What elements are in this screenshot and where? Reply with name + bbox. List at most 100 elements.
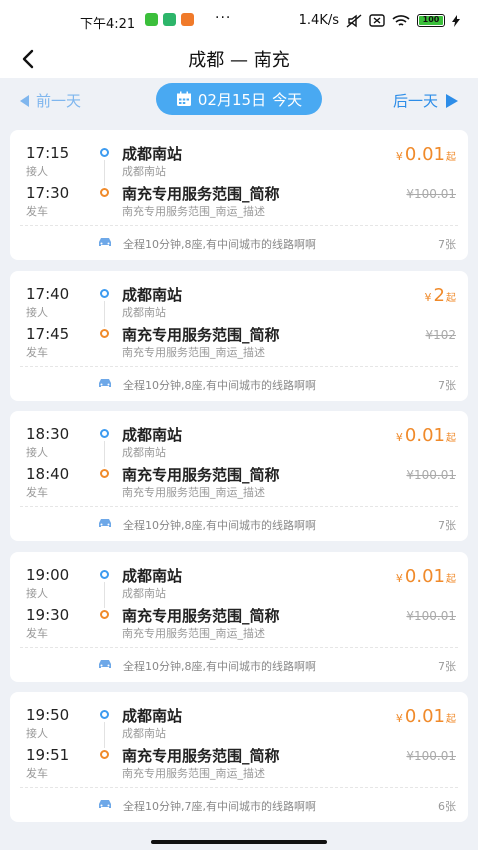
car-icon (99, 659, 111, 668)
original-price: ¥102 (425, 327, 456, 342)
destination-station: 南充专用服务范围_简称 (122, 325, 280, 344)
seats-left: 7张 (438, 659, 456, 673)
currency-symbol: ¥ (395, 150, 403, 163)
car-icon (99, 238, 111, 246)
status-time: 下午4:21 (80, 17, 136, 32)
arrival-time: 18:40 (26, 465, 70, 483)
destination-dot-icon (100, 188, 109, 197)
trip-list: 17:15 接人 17:30 发车 成都南站 成都南站 南充专用服务范围_简称 … (0, 122, 478, 822)
seats-left: 7张 (438, 519, 456, 532)
destination-station-sub: 南充专用服务范围_南运_描述 (122, 626, 265, 640)
currency-symbol: ¥ (395, 571, 403, 585)
destination-dot-icon (100, 750, 109, 759)
destination-station: 南充专用服务范围_简称 (122, 606, 280, 625)
destination-station: 南充专用服务范围_简称 (122, 185, 280, 203)
seats-left: 6张 (438, 800, 456, 813)
pickup-label: 接人 (26, 446, 48, 459)
divider (20, 506, 458, 507)
date-bar: 前一天 02月15日 今天 后一天 (0, 78, 478, 122)
pickup-label: 接人 (26, 727, 48, 740)
depart-label: 发车 (26, 205, 48, 218)
divider (20, 646, 458, 648)
prev-day-label: 前一天 (36, 92, 82, 110)
trip-card[interactable]: 17:40 接人 17:45 发车 成都南站 成都南站 南充专用服务范围_简称 … (10, 270, 468, 401)
trip-card[interactable]: 18:30 接人 18:40 发车 成都南站 成都南站 南充专用服务范围_简称 … (10, 411, 468, 541)
departure-time: 19:00 (26, 565, 70, 584)
pickup-label: 接人 (26, 305, 48, 319)
price-value: 0.01 (404, 565, 445, 587)
price: ¥0.01 起 (396, 144, 456, 165)
price-suffix: 起 (446, 433, 456, 444)
destination-station: 南充专用服务范围_简称 (122, 466, 280, 484)
today-label: 今天 (272, 90, 303, 109)
price-value: 0.01 (404, 425, 445, 446)
trip-description: 全程10分钟,8座,有中间城市的线路啊啊 (123, 519, 316, 532)
destination-station-sub: 南充专用服务范围_南运_描述 (122, 345, 265, 359)
seats-left: 7张 (438, 238, 456, 251)
destination-station-sub: 南充专用服务范围_南运_描述 (122, 486, 265, 499)
car-icon (99, 378, 111, 387)
departure-time: 17:40 (26, 284, 70, 303)
selected-date: 02月15日 (197, 90, 267, 109)
divider (20, 365, 458, 367)
origin-station-sub: 成都南站 (122, 165, 166, 178)
home-indicator[interactable] (151, 840, 327, 844)
pickup-label: 接人 (26, 586, 48, 600)
original-price: ¥100.01 (406, 608, 456, 623)
trip-card[interactable]: 17:15 接人 17:30 发车 成都南站 成都南站 南充专用服务范围_简称 … (10, 130, 468, 260)
status-bar: 下午4:21 ··· 1.4K/s 100 (0, 0, 478, 40)
origin-station-sub: 成都南站 (122, 727, 166, 740)
currency-symbol: ¥ (424, 290, 432, 304)
destination-dot-icon (100, 609, 109, 619)
depart-label: 发车 (26, 767, 48, 780)
currency-symbol: ¥ (395, 431, 403, 444)
seats-left: 7张 (438, 378, 456, 392)
origin-station: 成都南站 (122, 707, 183, 725)
destination-dot-icon (100, 328, 109, 338)
price: ¥0.01 起 (396, 566, 456, 587)
calendar-icon (176, 91, 191, 106)
net-speed: 1.4K/s (298, 13, 339, 28)
price: ¥0.01 起 (396, 706, 456, 727)
divider (20, 787, 458, 788)
trip-card[interactable]: 19:00 接人 19:30 发车 成都南站 成都南站 南充专用服务范围_简称 … (10, 551, 468, 682)
arrival-time: 17:45 (26, 324, 70, 343)
origin-station: 成都南站 (122, 145, 183, 163)
trip-description: 全程10分钟,8座,有中间城市的线路啊啊 (123, 238, 316, 251)
pickup-label: 接人 (26, 165, 48, 178)
triangle-left-icon (20, 94, 29, 107)
price: ¥0.01 起 (396, 425, 456, 446)
route-line (104, 160, 105, 186)
origin-dot-icon (100, 429, 109, 438)
next-day-label: 后一天 (392, 92, 438, 110)
price-value: 0.01 (404, 706, 445, 727)
original-price: ¥100.01 (406, 749, 456, 763)
date-picker-button[interactable]: 02月15日 今天 (156, 83, 322, 115)
original-price: ¥100.01 (406, 187, 456, 201)
destination-dot-icon (100, 469, 109, 478)
battery-level: 100 (419, 16, 443, 25)
charging-icon (452, 14, 460, 27)
departure-time: 18:30 (26, 425, 70, 443)
no-sim-icon (369, 14, 385, 27)
origin-dot-icon (100, 710, 109, 719)
route-line (104, 300, 105, 327)
depart-label: 发车 (26, 486, 48, 499)
next-day-button[interactable]: 后一天 (393, 90, 458, 111)
arrival-time: 19:51 (26, 746, 70, 764)
trip-card[interactable]: 19:50 接人 19:51 发车 成都南站 成都南站 南充专用服务范围_简称 … (10, 692, 468, 822)
destination-station-sub: 南充专用服务范围_南运_描述 (122, 205, 265, 218)
price-suffix: 起 (446, 292, 456, 304)
battery-icon: 100 (417, 14, 445, 27)
route-line (104, 581, 105, 608)
depart-label: 发车 (26, 626, 48, 640)
app-notification-icon (163, 13, 176, 26)
price-suffix: 起 (446, 573, 456, 585)
price-suffix: 起 (446, 152, 456, 163)
status-right: 1.4K/s 100 (299, 13, 460, 28)
departure-time: 17:15 (26, 144, 70, 162)
prev-day-button[interactable]: 前一天 (20, 90, 81, 111)
trip-description: 全程10分钟,8座,有中间城市的线路啊啊 (123, 378, 316, 392)
depart-label: 发车 (26, 345, 48, 359)
trip-description: 全程10分钟,7座,有中间城市的线路啊啊 (123, 800, 316, 813)
